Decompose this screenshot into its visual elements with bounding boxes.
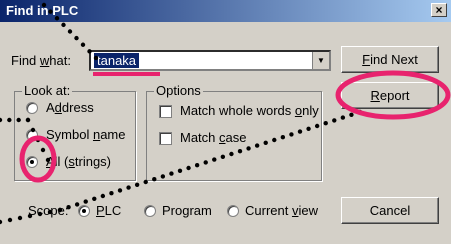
radio-scope-current-view-label[interactable]: Current view — [245, 203, 318, 218]
find-what-label: Find what: — [11, 53, 71, 68]
match-case-checkbox[interactable] — [159, 132, 172, 145]
radio-address-label[interactable]: Address — [46, 100, 94, 115]
radio-symbol-name-label[interactable]: Symbol name — [46, 127, 126, 142]
find-what-combobox[interactable]: tanaka ▼ — [89, 50, 331, 71]
radio-scope-current-view[interactable] — [227, 205, 239, 217]
cancel-button[interactable]: Cancel — [341, 197, 439, 224]
find-what-value[interactable]: tanaka — [94, 53, 140, 68]
radio-all-strings[interactable] — [26, 156, 38, 168]
title-bar: Find in PLC × — [0, 0, 451, 22]
match-case-label[interactable]: Match case — [180, 130, 246, 145]
chevron-down-icon[interactable]: ▼ — [312, 52, 329, 69]
scope-label: Scope: — [28, 203, 69, 218]
dialog-title: Find in PLC — [6, 3, 79, 18]
report-button[interactable]: Report — [341, 82, 439, 109]
radio-scope-program[interactable] — [144, 205, 156, 217]
radio-scope-program-label[interactable]: Program — [162, 203, 212, 218]
find-next-button[interactable]: Find Next — [341, 46, 439, 73]
match-whole-words-label[interactable]: Match whole words only — [180, 103, 319, 118]
find-in-plc-dialog: Find in PLC × Find what: tanaka ▼ Find N… — [0, 0, 451, 244]
match-whole-words-checkbox[interactable] — [159, 105, 172, 118]
radio-address[interactable] — [26, 102, 38, 114]
radio-all-strings-label[interactable]: All (strings) — [46, 154, 111, 169]
radio-scope-plc[interactable] — [78, 205, 90, 217]
radio-scope-plc-label[interactable]: PLC — [96, 203, 121, 218]
radio-symbol-name[interactable] — [26, 129, 38, 141]
close-icon: × — [435, 3, 443, 17]
look-at-title: Look at: — [22, 83, 73, 98]
options-title: Options — [154, 83, 203, 98]
close-button[interactable]: × — [431, 3, 447, 17]
